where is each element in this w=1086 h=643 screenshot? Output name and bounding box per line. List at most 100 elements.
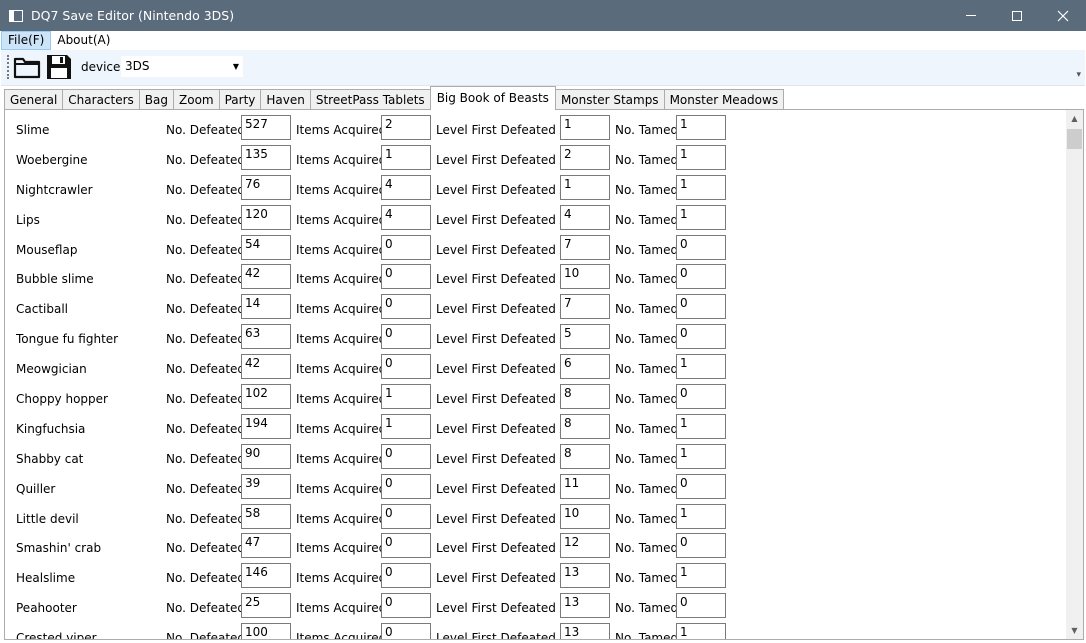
scroll-thumb[interactable] <box>1067 129 1082 149</box>
level-input[interactable]: 13 <box>560 593 610 619</box>
tamed-input[interactable]: 1 <box>676 443 726 469</box>
toolbar-overflow-icon[interactable]: ▾ <box>1076 70 1081 80</box>
level-input[interactable]: 11 <box>560 473 610 499</box>
defeated-input[interactable]: 39 <box>241 473 291 499</box>
toolbar-grip[interactable] <box>7 55 9 79</box>
beast-name: Smashin' crab <box>16 541 102 556</box>
level-input[interactable]: 7 <box>560 234 610 260</box>
tamed-input[interactable]: 1 <box>676 354 726 380</box>
tab-bag[interactable]: Bag <box>138 89 174 110</box>
device-select[interactable]: 3DS ▼ <box>121 56 243 77</box>
tamed-input[interactable]: 0 <box>676 384 726 410</box>
defeated-input[interactable]: 42 <box>241 354 291 380</box>
defeated-input[interactable]: 76 <box>241 174 291 200</box>
save-button[interactable] <box>45 53 73 81</box>
tamed-input[interactable]: 1 <box>676 503 726 529</box>
defeated-input[interactable]: 90 <box>241 443 291 469</box>
level-input[interactable]: 6 <box>560 354 610 380</box>
items-input[interactable]: 2 <box>381 115 431 140</box>
defeated-label: No. Defeated <box>166 362 246 377</box>
scroll-up-icon[interactable]: ▲ <box>1066 110 1083 127</box>
tab-big-book-of-beasts[interactable]: Big Book of Beasts <box>429 86 556 110</box>
open-folder-button[interactable] <box>13 53 41 81</box>
items-input[interactable]: 0 <box>381 503 431 529</box>
defeated-input[interactable]: 135 <box>241 144 291 170</box>
items-input[interactable]: 4 <box>381 204 431 230</box>
tamed-input[interactable]: 1 <box>676 204 726 230</box>
items-input[interactable]: 4 <box>381 174 431 200</box>
items-input[interactable]: 0 <box>381 593 431 619</box>
defeated-input[interactable]: 54 <box>241 234 291 260</box>
level-input[interactable]: 12 <box>560 533 610 559</box>
maximize-button[interactable] <box>994 0 1040 31</box>
tamed-input[interactable]: 1 <box>676 563 726 589</box>
tab-monster-stamps[interactable]: Monster Stamps <box>554 89 665 110</box>
defeated-input[interactable]: 25 <box>241 593 291 619</box>
items-input[interactable]: 0 <box>381 324 431 350</box>
items-input[interactable]: 0 <box>381 264 431 290</box>
items-input[interactable]: 0 <box>381 473 431 499</box>
menu-about[interactable]: About(A) <box>51 31 116 50</box>
level-input[interactable]: 10 <box>560 264 610 290</box>
defeated-input[interactable]: 63 <box>241 324 291 350</box>
tab-streetpass-tablets[interactable]: StreetPass Tablets <box>309 89 431 110</box>
tamed-input[interactable]: 1 <box>676 623 726 639</box>
level-input[interactable]: 8 <box>560 413 610 439</box>
tab-characters[interactable]: Characters <box>62 89 140 110</box>
level-input[interactable]: 1 <box>560 174 610 200</box>
tamed-input[interactable]: 0 <box>676 234 726 260</box>
tamed-input[interactable]: 1 <box>676 115 726 140</box>
tamed-label: No. Tamed <box>615 362 679 377</box>
tamed-input[interactable]: 1 <box>676 144 726 170</box>
minimize-button[interactable] <box>948 0 994 31</box>
tamed-input[interactable]: 0 <box>676 264 726 290</box>
tab-zoom[interactable]: Zoom <box>173 89 220 110</box>
items-input[interactable]: 0 <box>381 563 431 589</box>
defeated-input[interactable]: 146 <box>241 563 291 589</box>
items-input[interactable]: 0 <box>381 623 431 639</box>
items-input[interactable]: 0 <box>381 234 431 260</box>
level-input[interactable]: 2 <box>560 144 610 170</box>
tab-general[interactable]: General <box>4 89 64 110</box>
level-input[interactable]: 7 <box>560 294 610 320</box>
level-input[interactable]: 1 <box>560 115 610 140</box>
level-input[interactable]: 8 <box>560 384 610 410</box>
tamed-input[interactable]: 1 <box>676 174 726 200</box>
level-input[interactable]: 13 <box>560 563 610 589</box>
items-input[interactable]: 0 <box>381 443 431 469</box>
defeated-input[interactable]: 194 <box>241 413 291 439</box>
level-input[interactable]: 8 <box>560 443 610 469</box>
vertical-scrollbar[interactable]: ▲ ▼ <box>1066 110 1083 639</box>
close-button[interactable] <box>1040 0 1086 31</box>
level-input[interactable]: 5 <box>560 324 610 350</box>
level-input[interactable]: 4 <box>560 204 610 230</box>
tamed-label: No. Tamed <box>615 123 679 137</box>
defeated-input[interactable]: 14 <box>241 294 291 320</box>
tamed-input[interactable]: 0 <box>676 473 726 499</box>
menu-file[interactable]: File(F) <box>1 31 52 50</box>
defeated-input[interactable]: 58 <box>241 503 291 529</box>
tab-monster-meadows[interactable]: Monster Meadows <box>663 89 785 110</box>
defeated-input[interactable]: 42 <box>241 264 291 290</box>
items-input[interactable]: 0 <box>381 294 431 320</box>
defeated-input[interactable]: 120 <box>241 204 291 230</box>
defeated-input[interactable]: 47 <box>241 533 291 559</box>
level-input[interactable]: 10 <box>560 503 610 529</box>
defeated-input[interactable]: 527 <box>241 115 291 140</box>
level-input[interactable]: 13 <box>560 623 610 639</box>
tamed-input[interactable]: 0 <box>676 593 726 619</box>
tab-party[interactable]: Party <box>218 89 262 110</box>
items-input[interactable]: 0 <box>381 533 431 559</box>
defeated-input[interactable]: 100 <box>241 623 291 639</box>
items-input[interactable]: 1 <box>381 413 431 439</box>
tab-haven[interactable]: Haven <box>260 89 311 110</box>
defeated-input[interactable]: 102 <box>241 384 291 410</box>
items-input[interactable]: 1 <box>381 384 431 410</box>
tamed-input[interactable]: 0 <box>676 533 726 559</box>
items-input[interactable]: 1 <box>381 144 431 170</box>
tamed-input[interactable]: 0 <box>676 294 726 320</box>
tamed-input[interactable]: 1 <box>676 413 726 439</box>
tamed-input[interactable]: 0 <box>676 324 726 350</box>
scroll-down-icon[interactable]: ▼ <box>1066 622 1083 639</box>
items-input[interactable]: 0 <box>381 354 431 380</box>
